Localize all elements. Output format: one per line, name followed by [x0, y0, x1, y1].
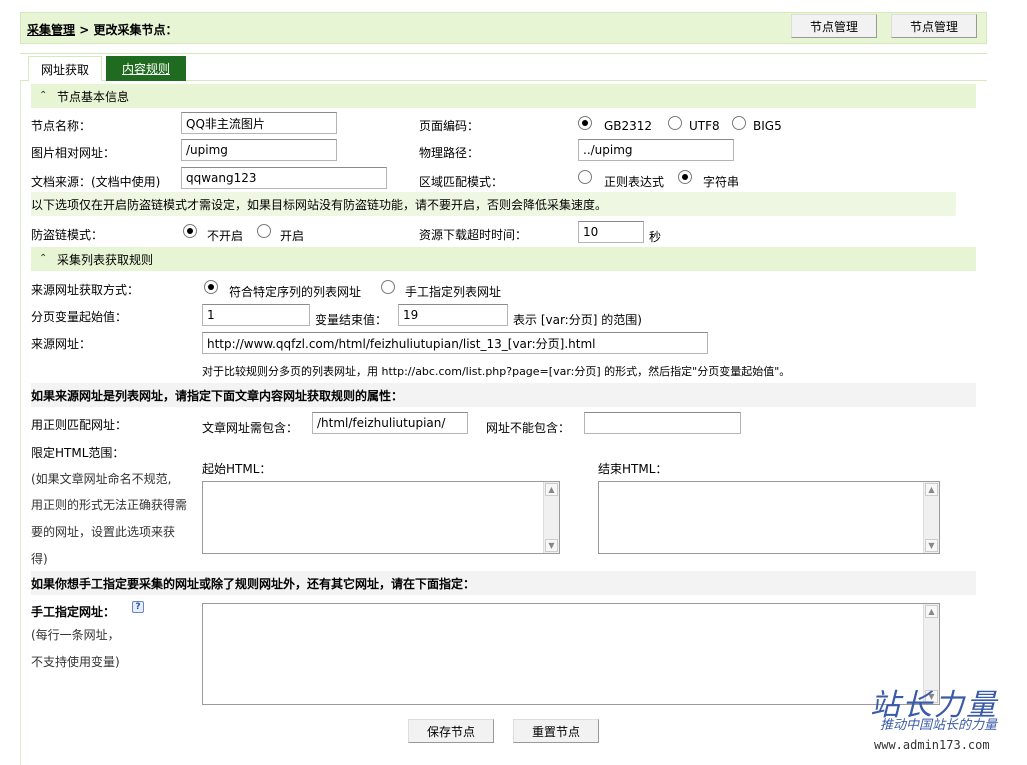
- html-range-desc-4: 得): [31, 552, 48, 566]
- regex-url-label: 用正则匹配网址：: [31, 418, 128, 432]
- scroll-up-icon[interactable]: ▲: [545, 483, 558, 496]
- start-html-textarea[interactable]: ▲ ▼: [202, 481, 560, 554]
- section-basic-info[interactable]: ⌃ 节点基本信息: [31, 84, 976, 108]
- page-title: 更改采集节点：: [93, 23, 178, 37]
- node-manage-button[interactable]: 节点管理: [791, 14, 877, 38]
- page-range-note: 表示 [var:分页] 的范围): [513, 313, 642, 327]
- encoding-option-gb2312: GB2312: [604, 119, 653, 133]
- form-panel: ⌃ 节点基本信息 节点名称： 页面编码： GB2312 UTF8 BIG5 图片…: [20, 81, 987, 765]
- scroll-down-icon[interactable]: ▼: [925, 539, 938, 552]
- source-method-radio-manual[interactable]: [381, 280, 395, 294]
- source-method-option-sequence: 符合特定序列的列表网址: [229, 285, 362, 299]
- encoding-radio-gb2312[interactable]: [578, 116, 592, 130]
- manual-urls-textarea[interactable]: ▲ ▼: [202, 603, 940, 705]
- section-title: 节点基本信息: [57, 89, 130, 104]
- node-name-input[interactable]: [181, 112, 337, 134]
- node-manage-button-2[interactable]: 节点管理: [891, 14, 977, 38]
- source-method-radio-sequence[interactable]: [204, 280, 218, 294]
- node-name-label: 节点名称：: [31, 119, 92, 133]
- anti-leech-option-on: 开启: [280, 229, 305, 243]
- timeout-unit: 秒: [649, 230, 662, 244]
- encoding-label: 页面编码：: [419, 119, 480, 133]
- phys-path-label: 物理路径：: [419, 146, 480, 160]
- scroll-down-icon[interactable]: ▼: [545, 539, 558, 552]
- source-url-hint: 对于比较规则分多页的列表网址，用 http://abc.com/list.php…: [202, 365, 791, 378]
- must-contain-label: 文章网址需包含：: [202, 421, 299, 435]
- timeout-input[interactable]: [578, 221, 644, 243]
- page-start-input[interactable]: [202, 304, 310, 326]
- img-url-input[interactable]: [181, 139, 337, 161]
- anti-leech-option-off: 不开启: [207, 229, 244, 243]
- source-method-option-manual: 手工指定列表网址: [405, 285, 502, 299]
- html-range-label: 限定HTML范围：: [31, 446, 125, 460]
- page-start-label: 分页变量起始值：: [31, 310, 128, 324]
- article-rules-heading-text: 如果来源网址是列表网址，请指定下面文章内容网址获取规则的属性：: [31, 388, 404, 403]
- breadcrumb: 采集管理 > 更改采集节点：: [27, 21, 177, 38]
- end-html-textarea[interactable]: ▲ ▼: [598, 481, 940, 554]
- watermark-slogan: 推动中国站长的力量: [880, 718, 998, 733]
- phys-path-input[interactable]: [578, 139, 734, 161]
- anti-leech-radio-on[interactable]: [257, 224, 271, 238]
- anti-leech-note-text: 以下选项仅在开启防盗链模式才需设定，如果目标网站没有防盗链功能，请不要开启，否则…: [31, 197, 608, 212]
- tab-bar: 网址获取 内容规则: [20, 53, 987, 81]
- section-list-rules[interactable]: ⌃ 采集列表获取规则: [31, 247, 976, 271]
- end-html-label: 结束HTML：: [598, 462, 668, 476]
- save-node-button[interactable]: 保存节点: [408, 719, 494, 743]
- source-label: 文档来源：(文档中使用): [31, 175, 161, 189]
- breadcrumb-separator: >: [79, 23, 90, 37]
- anti-leech-label: 防盗链模式：: [31, 228, 104, 242]
- anti-leech-radio-off[interactable]: [183, 224, 197, 238]
- match-radio-regex[interactable]: [578, 170, 592, 184]
- html-range-desc-3: 要的网址，设置此选项来获: [31, 525, 176, 539]
- watermark-logo: 站长力量 推动中国站长的力量 www.admin173.com: [862, 680, 1022, 760]
- reset-node-button[interactable]: 重置节点: [513, 719, 599, 743]
- img-url-label: 图片相对网址：: [31, 146, 116, 160]
- top-header-bar: 采集管理 > 更改采集节点： 节点管理 节点管理: [20, 12, 987, 44]
- source-method-label: 来源网址获取方式：: [31, 283, 140, 297]
- manual-urls-heading-text: 如果你想手工指定要采集的网址或除了规则网址外，还有其它网址，请在下面指定：: [31, 576, 476, 591]
- encoding-option-utf8: UTF8: [689, 119, 720, 133]
- page-end-label: 变量结束值：: [315, 313, 388, 327]
- must-contain-input[interactable]: [312, 412, 468, 434]
- timeout-label: 资源下载超时时间：: [419, 228, 528, 242]
- help-icon[interactable]: ?: [132, 601, 144, 613]
- textarea-scrollbar[interactable]: ▲ ▼: [543, 482, 559, 553]
- not-contain-input[interactable]: [584, 412, 741, 434]
- section-title: 采集列表获取规则: [57, 252, 154, 267]
- manual-urls-label: 手工指定网址：: [31, 605, 116, 619]
- collapse-chevron-icon[interactable]: ⌃: [39, 252, 53, 266]
- match-radio-string[interactable]: [678, 170, 692, 184]
- manual-urls-desc-1: (每行一条网址，: [31, 628, 120, 642]
- page-end-input[interactable]: [398, 304, 508, 326]
- tab-content-rules[interactable]: 内容规则: [106, 56, 186, 81]
- manual-urls-heading: 如果你想手工指定要采集的网址或除了规则网址外，还有其它网址，请在下面指定：: [31, 571, 976, 595]
- match-option-string: 字符串: [703, 175, 740, 189]
- not-contain-label: 网址不能包含：: [486, 421, 571, 435]
- textarea-scrollbar[interactable]: ▲ ▼: [923, 482, 939, 553]
- source-input[interactable]: [181, 167, 387, 189]
- encoding-option-big5: BIG5: [753, 119, 782, 133]
- start-html-label: 起始HTML：: [202, 462, 272, 476]
- scroll-up-icon[interactable]: ▲: [925, 483, 938, 496]
- encoding-radio-big5[interactable]: [732, 116, 746, 130]
- collapse-chevron-icon[interactable]: ⌃: [39, 89, 53, 103]
- html-range-desc-1: (如果文章网址命名不规范,: [31, 472, 172, 486]
- html-range-desc-2: 用正则的形式无法正确获得需: [31, 498, 188, 512]
- tab-url-fetch[interactable]: 网址获取: [28, 56, 102, 81]
- scroll-up-icon[interactable]: ▲: [925, 605, 938, 618]
- source-url-label: 来源网址：: [31, 337, 92, 351]
- match-mode-label: 区域匹配模式：: [419, 175, 504, 189]
- breadcrumb-link-collect[interactable]: 采集管理: [27, 23, 75, 37]
- anti-leech-note: 以下选项仅在开启防盗链模式才需设定，如果目标网站没有防盗链功能，请不要开启，否则…: [31, 192, 956, 216]
- source-url-input[interactable]: [202, 332, 708, 354]
- watermark-url: www.admin173.com: [874, 738, 990, 752]
- manual-urls-desc-2: 不支持使用变量): [31, 655, 120, 669]
- encoding-radio-utf8[interactable]: [668, 116, 682, 130]
- article-rules-heading: 如果来源网址是列表网址，请指定下面文章内容网址获取规则的属性：: [31, 383, 976, 407]
- match-option-regex: 正则表达式: [604, 175, 665, 189]
